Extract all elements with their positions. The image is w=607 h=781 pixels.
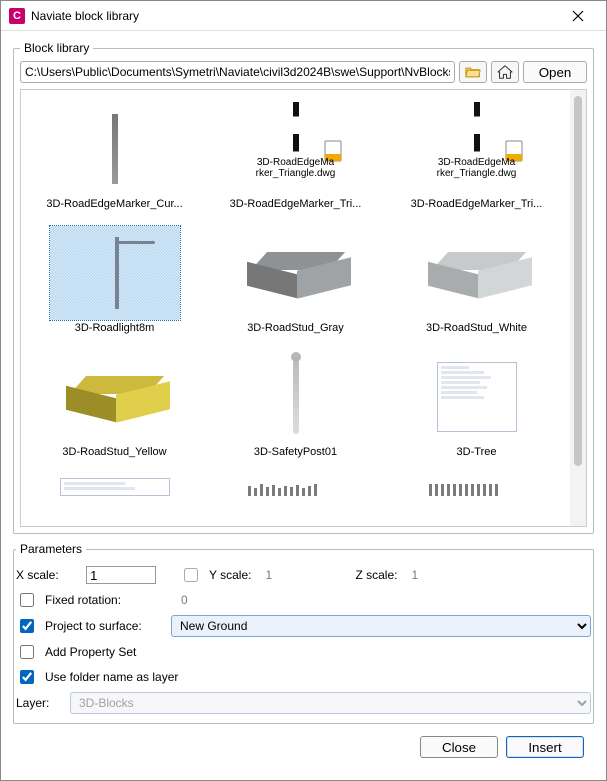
block-item-label: 3D-RoadStud_White [426, 322, 527, 334]
layer-label: Layer: [16, 696, 62, 710]
xscale-input[interactable] [86, 566, 156, 584]
block-item-label: 3D-Tree [457, 446, 497, 458]
path-row: Open [20, 61, 587, 83]
roadlight-icon [111, 237, 119, 309]
tree-form-icon [437, 362, 517, 432]
yscale-value: 1 [259, 568, 319, 582]
block-item-road-edge-marker-triangle-2[interactable]: 3D-RoadEdgeMarker_Triangle.dwg 3D-RoadEd… [391, 98, 562, 214]
block-item-partial-1[interactable] [29, 470, 200, 500]
open-button[interactable]: Open [523, 61, 587, 83]
block-item-safety-post[interactable]: 3D-SafetyPost01 [210, 346, 381, 462]
scrollbar-thumb[interactable] [574, 96, 582, 466]
home-button[interactable] [491, 61, 519, 83]
home-icon [497, 65, 513, 79]
use-folder-as-layer-label: Use folder name as layer [45, 670, 178, 684]
title-bar: C Naviate block library [1, 1, 606, 31]
window-title: Naviate block library [31, 9, 558, 23]
road-stud-icon [422, 246, 532, 301]
block-item-road-edge-marker-triangle-1[interactable]: 3D-RoadEdgeMarker_Triangle.dwg 3D-RoadEd… [210, 98, 381, 214]
block-item-label: 3D-RoadEdgeMarker_Tri... [411, 198, 543, 210]
yscale-label: Y scale: [209, 568, 251, 582]
gallery-scrollbar[interactable] [570, 90, 586, 526]
block-library-legend: Block library [20, 41, 93, 55]
block-item-road-stud-white[interactable]: 3D-RoadStud_White [391, 222, 562, 338]
parameters-legend: Parameters [16, 542, 86, 556]
browse-folder-button[interactable] [459, 61, 487, 83]
project-surface-checkbox[interactable] [20, 619, 34, 633]
dialog-window: C Naviate block library Block library [0, 0, 607, 781]
block-item-roadlight-8m[interactable]: 3D-Roadlight8m [29, 222, 200, 338]
scale-row: X scale: Y scale: 1 Z scale: 1 [16, 565, 591, 585]
fixed-rotation-label: Fixed rotation: [45, 593, 121, 607]
close-button[interactable]: Close [420, 736, 498, 758]
yscale-link-checkbox[interactable] [184, 568, 198, 582]
layer-select: 3D-Blocks [70, 692, 591, 714]
fence-icon [248, 474, 344, 496]
zscale-value: 1 [405, 568, 418, 582]
fixed-rotation-checkbox[interactable] [20, 593, 34, 607]
folder-as-layer-row: Use folder name as layer [16, 667, 591, 687]
block-item-partial-2[interactable] [210, 470, 381, 500]
block-item-label: 3D-RoadEdgeMarker_Cur... [46, 198, 182, 210]
road-stud-icon [60, 370, 170, 425]
fixed-rotation-row: Fixed rotation: 0 [16, 590, 591, 610]
block-item-road-stud-yellow[interactable]: 3D-RoadStud_Yellow [29, 346, 200, 462]
block-item-label: 3D-RoadEdgeMarker_Tri... [230, 198, 362, 210]
use-folder-as-layer-checkbox[interactable] [20, 670, 34, 684]
zscale-label: Z scale: [347, 568, 397, 582]
surface-select[interactable]: New Ground [171, 615, 591, 637]
close-icon [572, 10, 584, 22]
window-close-button[interactable] [558, 2, 598, 30]
safety-post-icon [293, 360, 299, 434]
block-item-partial-3[interactable] [391, 470, 562, 500]
dialog-footer: Close Insert [13, 728, 594, 768]
fence-icon [429, 474, 525, 496]
project-surface-row: Project to surface: New Ground [16, 615, 591, 637]
fixed-rotation-value: 0 [181, 593, 188, 607]
block-item-road-stud-gray[interactable]: 3D-RoadStud_Gray [210, 222, 381, 338]
insert-button[interactable]: Insert [506, 736, 584, 758]
block-item-label: 3D-SafetyPost01 [254, 446, 337, 458]
project-surface-label: Project to surface: [45, 619, 163, 633]
dialog-content: Block library Open [1, 31, 606, 780]
form-preview-icon [60, 478, 170, 496]
parameters-group: Parameters X scale: Y scale: 1 Z scale: … [13, 542, 594, 724]
dwg-caption: 3D-RoadEdgeMarker_Triangle.dwg [256, 158, 336, 179]
dwg-caption: 3D-RoadEdgeMarker_Triangle.dwg [437, 158, 517, 179]
layer-row: Layer: 3D-Blocks [16, 692, 591, 714]
block-item-label: 3D-RoadStud_Yellow [62, 446, 166, 458]
marker-pole-icon [112, 114, 118, 184]
block-item-tree[interactable]: 3D-Tree [391, 346, 562, 462]
block-item-label: 3D-Roadlight8m [75, 322, 154, 334]
gallery-scroll-area[interactable]: 3D-RoadEdgeMarker_Cur... 3D-RoadEdgeMark… [21, 90, 570, 526]
xscale-label: X scale: [16, 568, 78, 582]
add-property-set-row: Add Property Set [16, 642, 591, 662]
block-library-group: Block library Open [13, 41, 594, 534]
block-item-label: 3D-RoadStud_Gray [247, 322, 344, 334]
block-item-road-edge-marker-curved[interactable]: 3D-RoadEdgeMarker_Cur... [29, 98, 200, 214]
road-stud-icon [241, 246, 351, 301]
library-path-input[interactable] [20, 61, 455, 83]
folder-open-icon [465, 65, 481, 79]
thumbnail-grid: 3D-RoadEdgeMarker_Cur... 3D-RoadEdgeMark… [29, 98, 562, 500]
add-property-set-label: Add Property Set [45, 645, 136, 659]
thumbnail-gallery: 3D-RoadEdgeMarker_Cur... 3D-RoadEdgeMark… [20, 89, 587, 527]
app-icon: C [9, 8, 25, 24]
add-property-set-checkbox[interactable] [20, 645, 34, 659]
